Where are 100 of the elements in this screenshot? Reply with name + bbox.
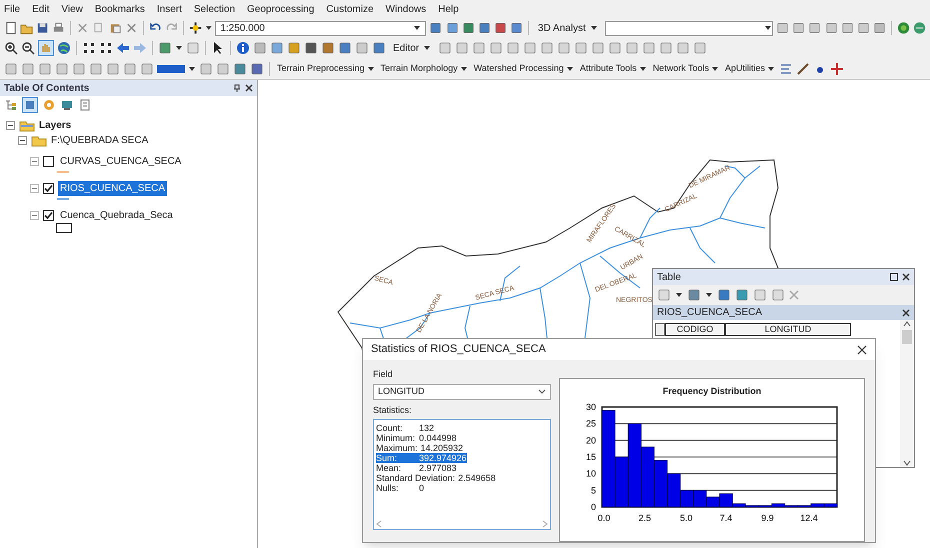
back-arrow-icon[interactable] <box>116 41 130 55</box>
map-tool-icon[interactable] <box>253 41 267 55</box>
scroll-thumb[interactable] <box>902 330 912 344</box>
map-tool-icon[interactable] <box>478 21 491 35</box>
scrollbar[interactable] <box>900 320 914 467</box>
layer-checkbox[interactable] <box>43 210 54 220</box>
tree-item[interactable]: F:\QUEBRADA SECA <box>51 133 148 148</box>
menu-item[interactable]: Windows <box>386 2 426 16</box>
menu-item[interactable]: Customize <box>326 2 374 16</box>
scale-field[interactable]: 1:250.000 <box>215 20 426 36</box>
tree-item[interactable]: Layers <box>39 118 72 133</box>
switch-selection-icon[interactable] <box>735 288 749 302</box>
list-by-source-icon[interactable] <box>22 97 38 113</box>
crosshair-icon[interactable] <box>830 62 844 76</box>
collapse-icon[interactable] <box>30 156 39 166</box>
pencil-icon[interactable] <box>796 62 810 76</box>
scroll-down-icon[interactable] <box>903 459 911 467</box>
scroll-up-icon[interactable] <box>903 320 911 328</box>
editor-menu[interactable]: Editor <box>389 40 436 56</box>
list-by-order-icon[interactable] <box>4 98 18 112</box>
select-by-attributes-icon[interactable] <box>717 288 731 302</box>
menu-item[interactable]: File <box>4 2 20 16</box>
map-tool-icon[interactable] <box>304 41 318 55</box>
map-tool-icon[interactable] <box>510 21 523 35</box>
statistics-line[interactable]: Count: 132 <box>376 423 434 433</box>
toolbar-menu[interactable]: Watershed Processing <box>472 60 575 76</box>
caret-icon[interactable] <box>175 44 183 52</box>
new-document-icon[interactable] <box>4 21 18 35</box>
layer-name[interactable]: RIOS_CUENCA_SECA <box>58 180 168 196</box>
pin-icon[interactable] <box>233 84 241 92</box>
close-icon[interactable] <box>857 344 867 354</box>
statistics-line[interactable]: Mean: 2.977083 <box>376 463 457 473</box>
zoom-out-icon[interactable] <box>21 41 35 55</box>
toolbar-menu[interactable]: Attribute Tools <box>578 60 648 76</box>
menu-item[interactable]: Geoprocessing <box>247 2 314 16</box>
color-swatch-icon[interactable] <box>157 64 185 74</box>
caret-icon[interactable] <box>188 64 196 72</box>
layer-tool-icon[interactable] <box>158 41 172 55</box>
fixed-zoom-icon[interactable] <box>82 41 96 55</box>
caret-icon[interactable] <box>204 24 212 32</box>
map-tool-icon[interactable] <box>321 41 335 55</box>
delete-icon[interactable] <box>124 21 138 35</box>
map-tool-icon[interactable] <box>429 21 443 35</box>
map-tool-icon[interactable] <box>462 21 475 35</box>
fixed-zoom-icon[interactable] <box>99 41 113 55</box>
layer-name[interactable]: Cuenca_Quebrada_Seca <box>58 208 175 222</box>
statistics-line[interactable]: Standard Deviation: 2.549658 <box>376 473 496 483</box>
menu-item[interactable]: Bookmarks <box>94 2 145 16</box>
statistics-line[interactable]: Minimum: 0.044998 <box>376 433 457 443</box>
tool-icon[interactable] <box>779 62 794 76</box>
toolbar-menu[interactable]: ApUtilities <box>723 60 776 76</box>
menu-item[interactable]: Help <box>438 2 459 16</box>
options-icon[interactable] <box>78 98 92 112</box>
collapse-icon[interactable] <box>30 184 39 192</box>
column-header[interactable]: LONGITUD <box>725 323 851 336</box>
statistics-line[interactable]: Maximum: 14.205932 <box>376 443 464 453</box>
save-icon[interactable] <box>36 21 50 35</box>
toolbar-menu[interactable]: Terrain Morphology <box>378 60 469 76</box>
maximize-icon[interactable] <box>890 273 898 281</box>
menu-item[interactable]: Insert <box>156 2 182 16</box>
map-tool-icon[interactable] <box>338 41 352 55</box>
menu-item[interactable]: Selection <box>194 2 236 16</box>
map-tool-icon[interactable] <box>446 21 459 35</box>
scroll-right-icon[interactable] <box>542 520 548 528</box>
map-tool-icon[interactable] <box>372 41 386 55</box>
collapse-icon[interactable] <box>18 136 27 145</box>
column-header[interactable]: CODIGO <box>665 323 725 336</box>
layer-checkbox[interactable] <box>43 156 54 166</box>
collapse-icon[interactable] <box>30 210 39 220</box>
add-data-icon[interactable] <box>188 21 202 35</box>
close-icon[interactable] <box>902 273 910 281</box>
analyst-menu[interactable]: 3D Analyst <box>534 20 602 36</box>
dropdown-arrow-icon[interactable] <box>764 24 772 32</box>
map-tool-icon[interactable] <box>355 41 369 55</box>
layer-checkbox[interactable] <box>43 182 54 194</box>
statistics-line[interactable]: Nulls: 0 <box>376 483 424 493</box>
menu-item[interactable]: View <box>61 2 83 16</box>
close-icon[interactable] <box>245 84 253 92</box>
list-by-visibility-icon[interactable] <box>60 98 74 112</box>
toolbar-menu[interactable]: Network Tools <box>650 60 720 76</box>
field-dropdown[interactable]: LONGITUD <box>373 384 551 400</box>
horizontal-scrollbar[interactable] <box>376 519 548 528</box>
close-icon[interactable] <box>902 308 910 316</box>
zoom-in-icon[interactable] <box>4 41 18 55</box>
toolbar-menu[interactable]: Terrain Preprocessing <box>275 60 376 76</box>
related-tables-icon[interactable] <box>687 288 701 302</box>
layout-tool-icon[interactable] <box>233 62 247 76</box>
map-tool-icon[interactable] <box>287 41 301 55</box>
info-icon[interactable] <box>236 41 250 55</box>
collapse-icon[interactable] <box>6 121 15 130</box>
scroll-left-icon[interactable] <box>376 520 382 528</box>
layer-tab[interactable]: RIOS_CUENCA_SECA <box>653 305 914 320</box>
map-tool-icon[interactable] <box>270 41 284 55</box>
caret-icon[interactable] <box>675 291 683 299</box>
map-tool-icon[interactable] <box>494 21 507 35</box>
caret-icon[interactable] <box>705 291 713 299</box>
menu-item[interactable]: Edit <box>32 2 50 16</box>
layer-name[interactable]: CURVAS_CUENCA_SECA <box>58 154 184 168</box>
layout-tool-icon[interactable] <box>250 62 264 76</box>
dropdown-arrow-icon[interactable] <box>413 24 422 32</box>
